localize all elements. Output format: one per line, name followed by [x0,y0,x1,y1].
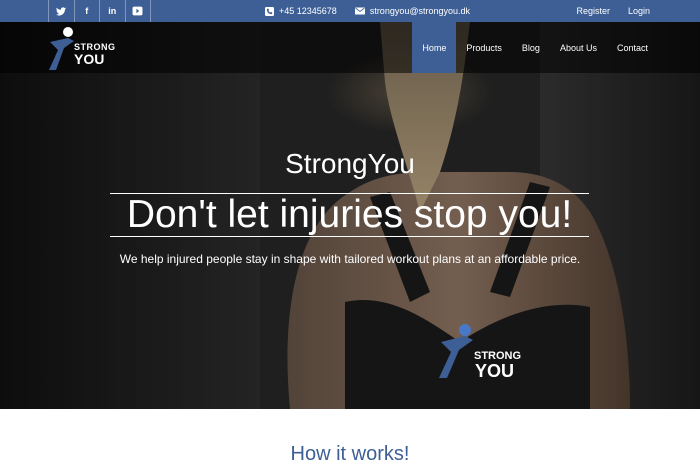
twitter-icon[interactable] [49,0,75,22]
register-link[interactable]: Register [576,6,610,16]
envelope-icon [354,7,365,15]
logo-figure-icon [439,324,473,378]
email-contact: strongyou@strongyou.dk [354,6,470,16]
nav-item-home[interactable]: Home [412,22,457,73]
linkedin-icon[interactable]: in [100,0,126,22]
nav-item-blog[interactable]: Blog [512,22,550,73]
linkedin-glyph: in [108,6,117,16]
phone-contact: +45 12345678 [265,6,337,16]
hero-headline: Don't let injuries stop you! [110,193,589,237]
hero-brand-title: StrongYou [285,148,415,179]
youtube-glyph [132,6,143,16]
nav-item-contact[interactable]: Contact [607,22,658,73]
site-logo[interactable]: STRONG YOU [48,26,115,72]
email-address[interactable]: strongyou@strongyou.dk [370,6,470,16]
contact-info: +45 12345678 strongyou@strongyou.dk [265,0,482,22]
youtube-icon[interactable] [126,0,151,22]
hero-subtext: We help injured people stay in shape wit… [119,252,581,266]
nav-menu: Home Products Blog About Us Contact [412,22,658,73]
top-bar: f in +45 12345678 strongyou@strongyou.dk… [0,0,700,22]
nav-item-products[interactable]: Products [456,22,512,73]
phone-icon [265,6,274,16]
how-it-works-heading: How it works! [290,443,410,465]
twitter-glyph [56,6,67,15]
auth-links: Register Login [576,0,650,22]
nav-item-about-us[interactable]: About Us [550,22,607,73]
phone-number[interactable]: +45 12345678 [279,6,337,16]
main-nav: STRONG YOU Home Products Blog About Us C… [0,22,700,73]
logo-text-line2: YOU [74,51,105,67]
facebook-icon[interactable]: f [75,0,100,22]
shirt-logo: STRONG YOU [437,322,527,382]
shirt-logo-line2: YOU [475,361,515,381]
facebook-glyph: f [85,6,89,16]
social-links: f in [48,0,151,22]
login-link[interactable]: Login [628,6,650,16]
